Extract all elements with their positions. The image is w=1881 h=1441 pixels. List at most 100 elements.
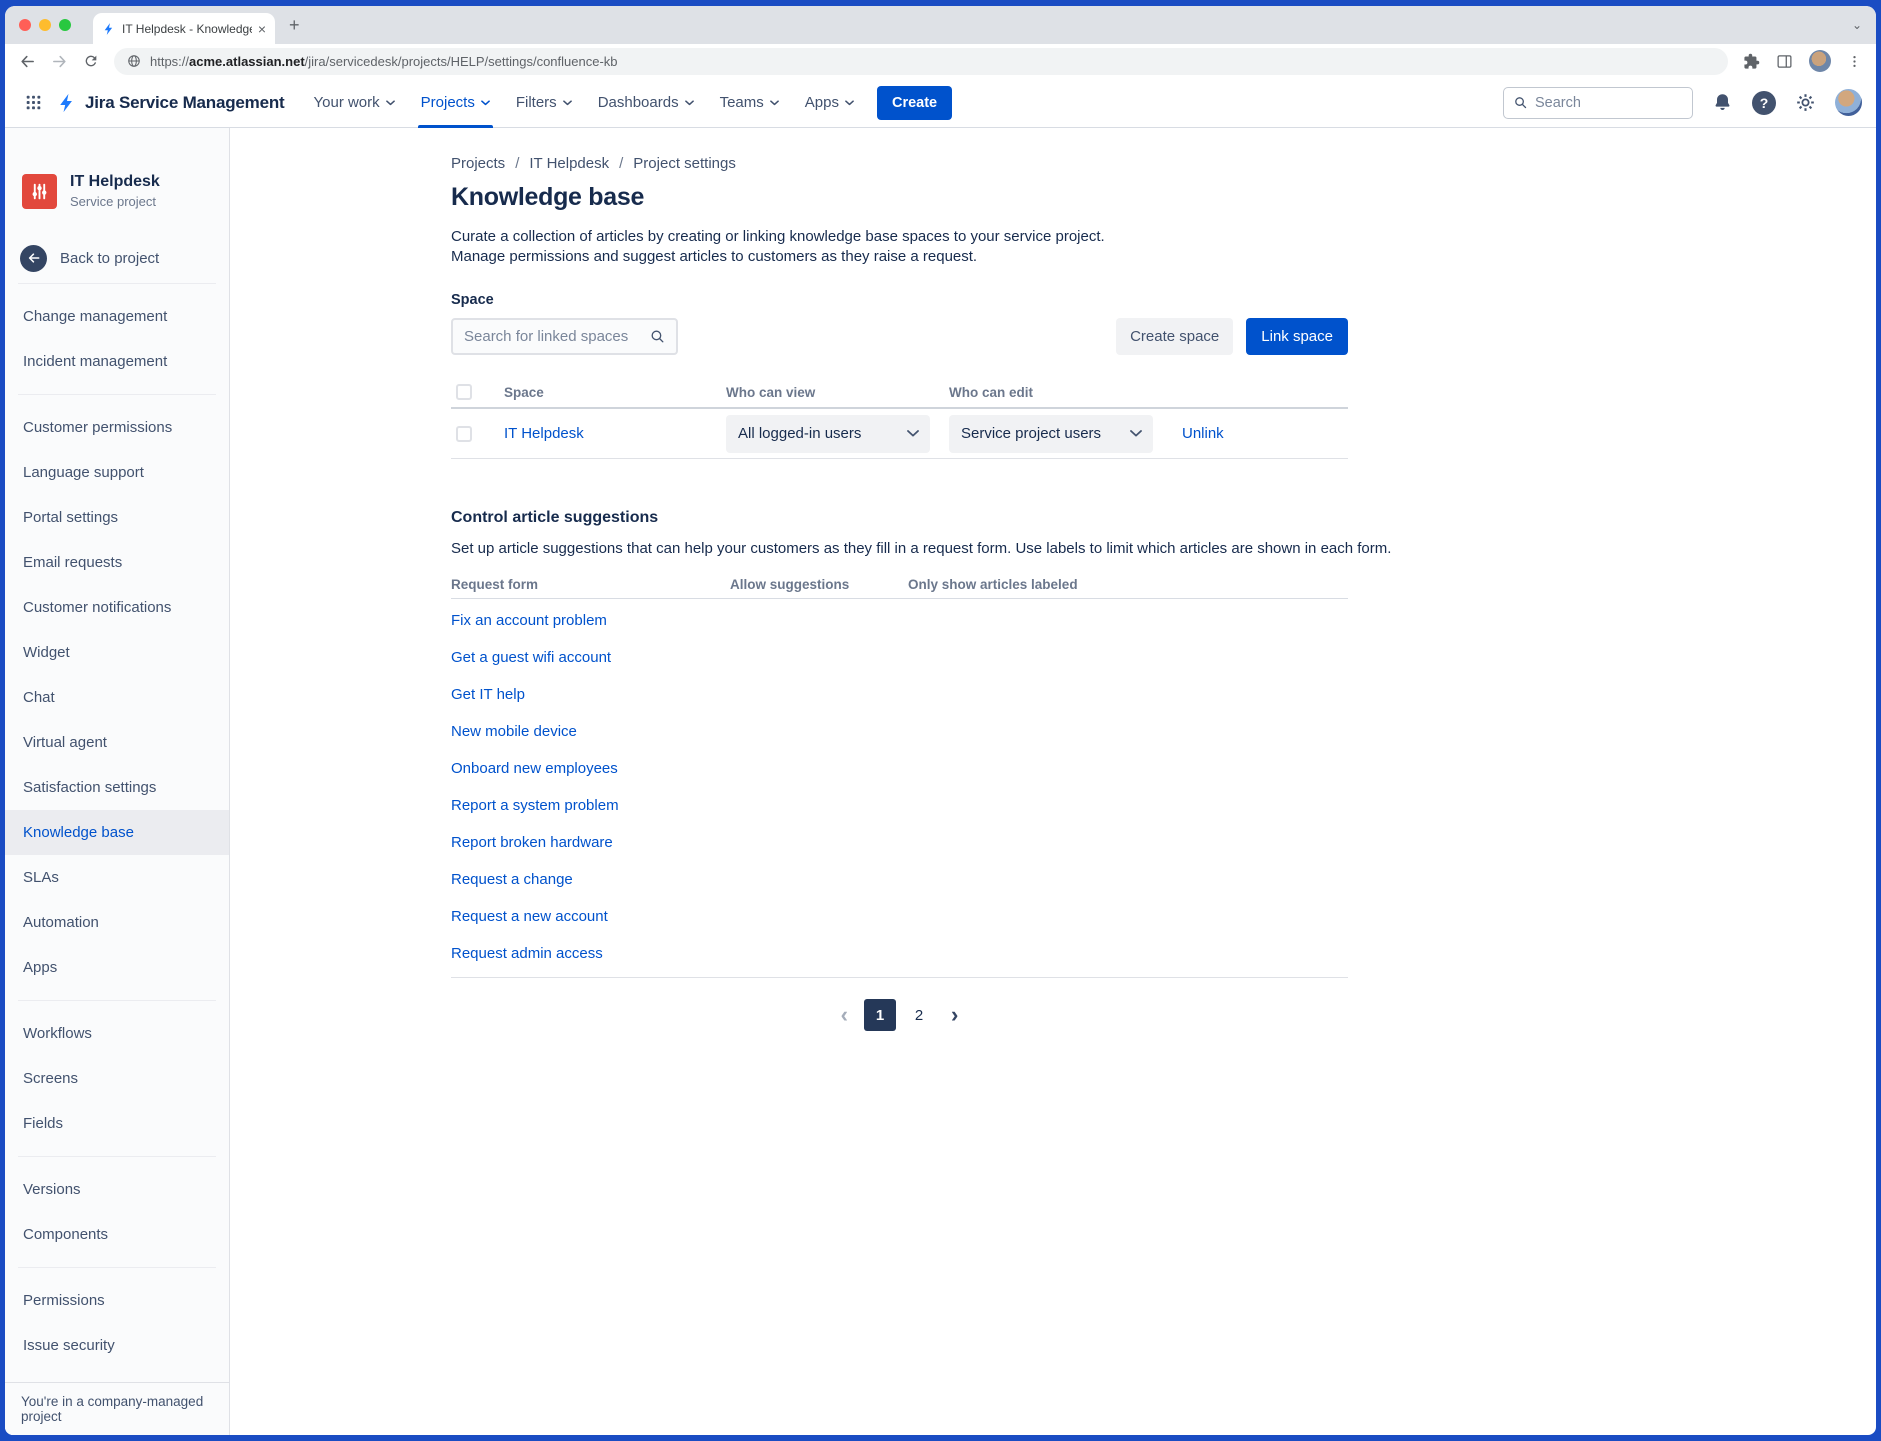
link-space-button[interactable]: Link space [1246,318,1348,355]
request-form-link-request-a-change[interactable]: Request a change [451,871,573,888]
back-label: Back to project [60,250,159,267]
sidebar-item-versions[interactable]: Versions [5,1167,229,1212]
new-tab-button[interactable]: + [289,15,300,36]
browser-menu-kebab-icon[interactable] [1847,54,1862,69]
reload-icon[interactable] [83,53,99,69]
sidebar-item-workflows[interactable]: Workflows [5,1011,229,1056]
who-can-view-dropdown[interactable]: All logged-in users [726,415,930,453]
zoom-window-button[interactable] [59,19,71,31]
sidebar-item-chat[interactable]: Chat [5,675,229,720]
minimize-window-button[interactable] [39,19,51,31]
linked-spaces-search[interactable] [451,318,678,355]
global-search[interactable] [1503,87,1693,119]
app-logo[interactable]: Jira Service Management [56,92,285,114]
app-switcher-grid-icon[interactable] [19,88,48,117]
url-field[interactable]: https://acme.atlassian.net/jira/serviced… [114,48,1728,75]
chevron-down-icon [481,100,490,106]
space-table-rows: IT Helpdesk All logged-in users Service pr… [451,409,1348,459]
nav-item-your-work[interactable]: Your work [301,78,408,128]
notifications-bell-icon[interactable] [1712,92,1733,113]
sidebar-item-incident-management[interactable]: Incident management [5,339,229,384]
app-header: Jira Service Management Your workProject… [5,78,1876,128]
sidebar-item-widget[interactable]: Widget [5,630,229,675]
request-form-link-report-a-system-problem[interactable]: Report a system problem [451,797,619,814]
forward-icon[interactable] [51,53,68,70]
sidebar-item-change-management[interactable]: Change management [5,294,229,339]
check-icon: ✓ [741,947,750,960]
suggestions-heading: Control article suggestions [451,509,1876,527]
sidebar-item-components[interactable]: Components [5,1212,229,1257]
page-numbers: 12 [864,999,935,1031]
settings-gear-icon[interactable] [1795,92,1816,113]
sidebar-item-portal-settings[interactable]: Portal settings [5,495,229,540]
request-form-link-report-broken-hardware[interactable]: Report broken hardware [451,834,613,851]
nav-item-label: Filters [516,94,557,111]
sidebar-item-virtual-agent[interactable]: Virtual agent [5,720,229,765]
sidebar-divider [18,1267,216,1268]
row-checkbox[interactable] [456,426,472,442]
browser-profile-avatar[interactable] [1809,50,1831,72]
user-avatar[interactable] [1835,89,1862,116]
sidebar-item-language-support[interactable]: Language support [5,450,229,495]
chevron-down-icon [1130,430,1142,437]
space-link-it-helpdesk[interactable]: IT Helpdesk [504,425,584,442]
help-icon[interactable]: ? [1752,91,1776,115]
request-form-link-request-a-new-account[interactable]: Request a new account [451,908,608,925]
nav-item-filters[interactable]: Filters [503,78,585,128]
global-search-input[interactable] [1535,95,1683,111]
sidebar-item-knowledge-base[interactable]: Knowledge base [5,810,229,855]
sidebar-item-issue-security[interactable]: Issue security [5,1323,229,1368]
request-form-link-onboard-new-employees[interactable]: Onboard new employees [451,760,618,777]
create-button[interactable]: Create [877,86,952,120]
sidebar-item-customer-permissions[interactable]: Customer permissions [5,405,229,450]
chevron-down-icon [907,430,919,437]
next-page-icon[interactable]: › [942,1004,967,1026]
extensions-puzzle-icon[interactable] [1743,53,1760,70]
nav-item-projects[interactable]: Projects [408,78,503,128]
tab-search-chevron-icon[interactable]: ⌄ [1852,18,1862,32]
project-sidebar: IT Helpdesk Service project Back to proj… [5,128,230,1435]
create-space-button[interactable]: Create space [1116,318,1233,355]
suggestion-row: Request admin access ✓ [451,935,1348,972]
page-2[interactable]: 2 [903,999,935,1031]
breadcrumb-project-settings[interactable]: Project settings [633,155,736,172]
request-form-link-get-it-help[interactable]: Get IT help [451,686,525,703]
nav-item-dashboards[interactable]: Dashboards [585,78,707,128]
sidebar-item-fields[interactable]: Fields [5,1101,229,1146]
previous-page-icon[interactable]: ‹ [832,1004,857,1026]
request-form-link-fix-an-account-problem[interactable]: Fix an account problem [451,612,607,629]
suggestion-row: Fix an account problem✓ [451,602,1348,639]
chevron-down-icon [685,100,694,106]
side-panel-icon[interactable] [1776,53,1793,70]
sidebar-item-satisfaction-settings[interactable]: Satisfaction settings [5,765,229,810]
sidebar-item-customer-notifications[interactable]: Customer notifications [5,585,229,630]
nav-item-teams[interactable]: Teams [707,78,792,128]
back-icon[interactable] [19,53,36,70]
close-window-button[interactable] [19,19,31,31]
request-form-link-request-admin-access[interactable]: Request admin access [451,945,603,962]
browser-tab[interactable]: IT Helpdesk - Knowledge base × [93,13,275,44]
nav-item-apps[interactable]: Apps [792,78,867,128]
sidebar-item-permissions[interactable]: Permissions [5,1278,229,1323]
select-all-checkbox[interactable] [456,384,472,400]
breadcrumb-projects[interactable]: Projects [451,155,505,172]
project-type-note: You're in a company-managed project [21,1394,213,1424]
request-form-link-get-a-guest-wifi-account[interactable]: Get a guest wifi account [451,649,611,666]
sidebar-item-apps[interactable]: Apps [5,945,229,990]
unlink-button[interactable]: Unlink [1182,425,1224,442]
primary-nav: Your workProjects Filters DashboardsTeamsA… [301,78,867,128]
back-to-project[interactable]: Back to project [5,243,229,273]
sidebar-item-slas[interactable]: SLAs [5,855,229,900]
breadcrumb-it-helpdesk[interactable]: IT Helpdesk [529,155,609,172]
page-1[interactable]: 1 [864,999,896,1031]
sidebar-item-email-requests[interactable]: Email requests [5,540,229,585]
toggle-knob [718,873,734,889]
sidebar-item-screens[interactable]: Screens [5,1056,229,1101]
linked-spaces-search-input[interactable] [464,328,649,345]
tab-close-icon[interactable]: × [258,22,266,36]
who-can-edit-dropdown[interactable]: Service project users [949,415,1153,453]
request-form-link-new-mobile-device[interactable]: New mobile device [451,723,577,740]
column-header-who-can-edit: Who can edit [949,385,1182,400]
chevron-down-icon [845,100,854,106]
sidebar-item-automation[interactable]: Automation [5,900,229,945]
